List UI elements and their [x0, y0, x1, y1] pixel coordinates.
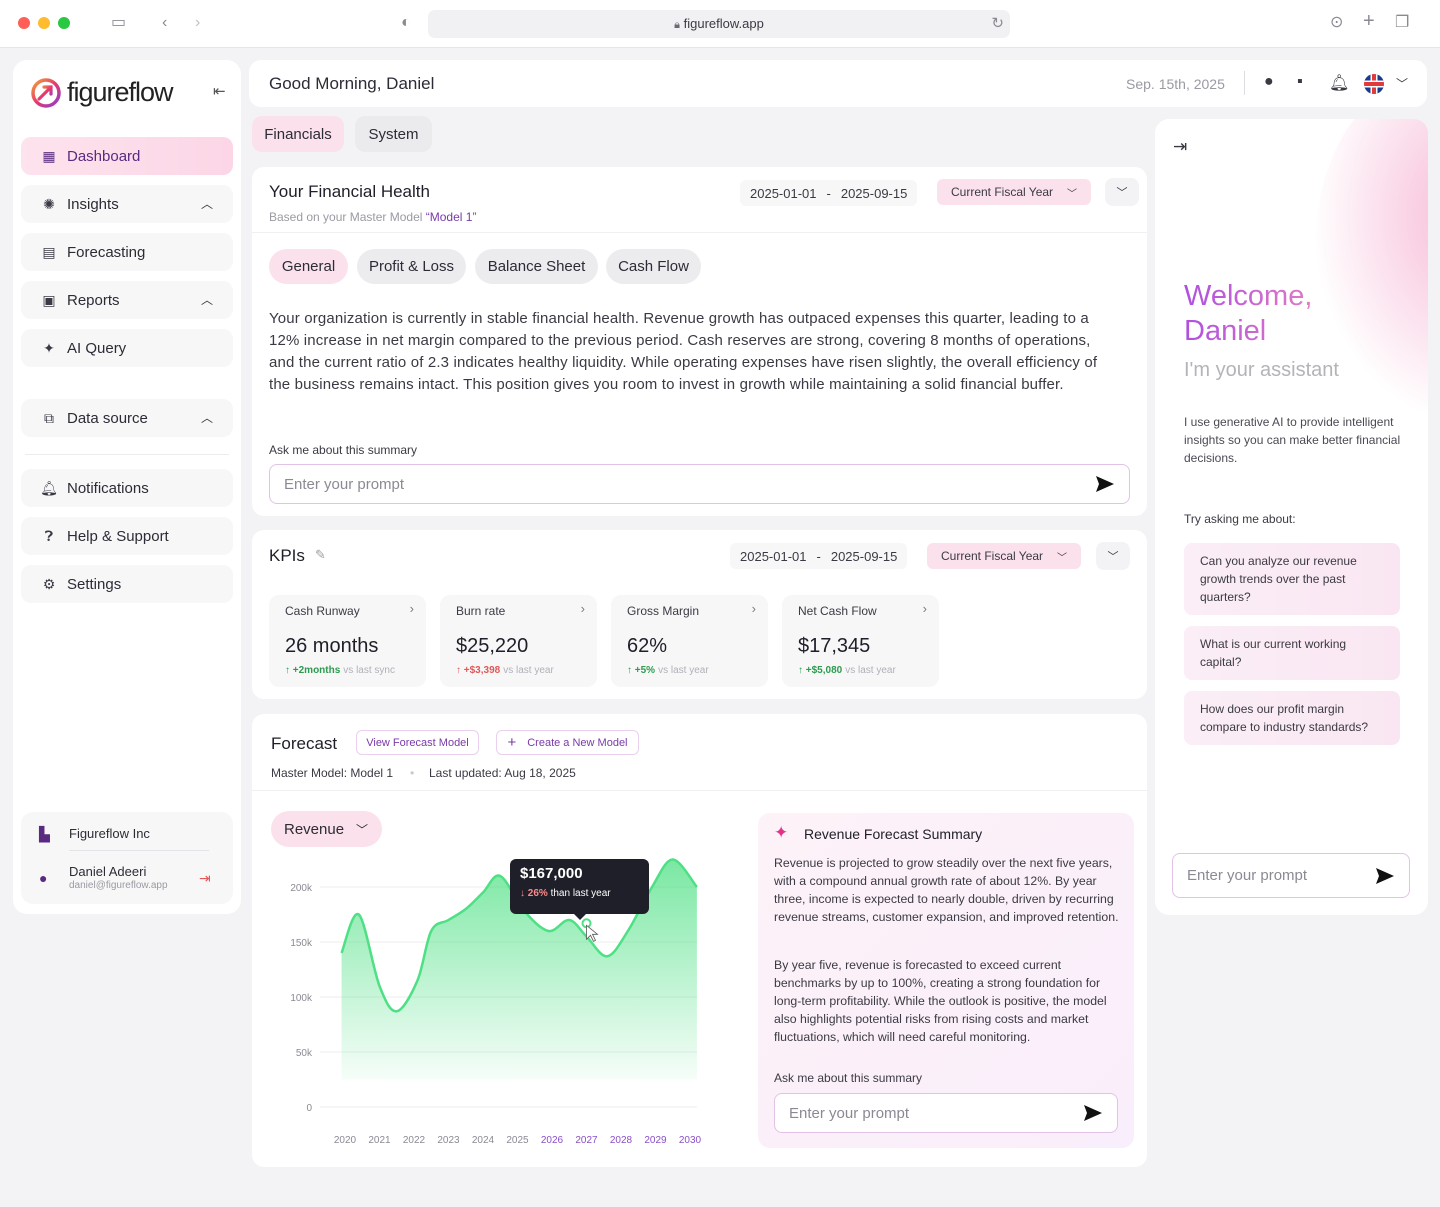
forecast-prompt-input[interactable]: Enter your prompt: [774, 1093, 1118, 1133]
y-tick-label: 150k: [290, 938, 313, 949]
x-tick-label: 2020: [334, 1135, 357, 1146]
x-tick-label: 2021: [368, 1135, 391, 1146]
suggestion-working-capital[interactable]: What is our current working capital?: [1184, 626, 1400, 680]
arrow-down-icon: ↓: [520, 888, 528, 899]
prompt-placeholder: Enter your prompt: [1187, 867, 1308, 884]
summary-paragraph: By year five, revenue is forecasted to e…: [774, 958, 1107, 1044]
close-panel-icon[interactable]: ⇥: [1173, 137, 1187, 157]
assistant-description: I use generative AI to provide intellige…: [1184, 415, 1401, 465]
ask-summary-label: Ask me about this summary: [774, 1071, 923, 1085]
y-tick-label: 200k: [290, 883, 313, 894]
suggestion-profit-margin[interactable]: How does our profit margin compare to in…: [1184, 691, 1400, 745]
tooltip-delta: ↓ 26% than last year: [520, 888, 611, 899]
tooltip-percent: 26%: [527, 888, 548, 899]
summary-paragraph: Revenue is projected to grow steadily ov…: [774, 856, 1119, 924]
tooltip-text: than last year: [550, 888, 611, 899]
prompt-placeholder: Enter your prompt: [789, 1105, 910, 1122]
x-tick-label: 2025: [506, 1135, 529, 1146]
tooltip-value: $167,000: [520, 865, 583, 882]
revenue-forecast-summary: ✦ Revenue Forecast Summary Revenue is pr…: [758, 813, 1134, 1148]
y-tick-label: 50k: [296, 1048, 313, 1059]
suggestion-revenue-trends[interactable]: Can you analyze our revenue growth trend…: [1184, 543, 1400, 615]
y-tick-label: 0: [306, 1103, 312, 1114]
send-icon[interactable]: [1375, 867, 1395, 885]
y-tick-label: 100k: [290, 993, 313, 1004]
x-tick-label: 2024: [472, 1135, 495, 1146]
assistant-panel: ⇥ Welcome, Daniel I'm your assistant I us…: [1155, 119, 1428, 915]
welcome-text: Welcome,: [1184, 280, 1313, 312]
assistant-welcome: Welcome, Daniel: [1184, 279, 1312, 349]
x-tick-label: 2029: [644, 1135, 667, 1146]
x-tick-label: 2022: [403, 1135, 426, 1146]
assistant-prompt-input[interactable]: Enter your prompt: [1172, 853, 1410, 898]
welcome-name: Daniel: [1184, 315, 1267, 347]
chart-tooltip: $167,000 ↓ 26% than last year: [510, 859, 649, 920]
x-tick-label: 2028: [610, 1135, 633, 1146]
x-tick-label: 2027: [575, 1135, 598, 1146]
x-tick-label: 2026: [541, 1135, 564, 1146]
send-icon[interactable]: [1083, 1104, 1103, 1122]
x-tick-label: 2023: [437, 1135, 460, 1146]
sparkle-icon: ✦: [774, 823, 789, 842]
summary-title: Revenue Forecast Summary: [804, 826, 983, 842]
assistant-subtitle: I'm your assistant: [1184, 359, 1339, 381]
try-asking-label: Try asking me about:: [1184, 512, 1296, 526]
x-tick-label: 2030: [679, 1135, 702, 1146]
